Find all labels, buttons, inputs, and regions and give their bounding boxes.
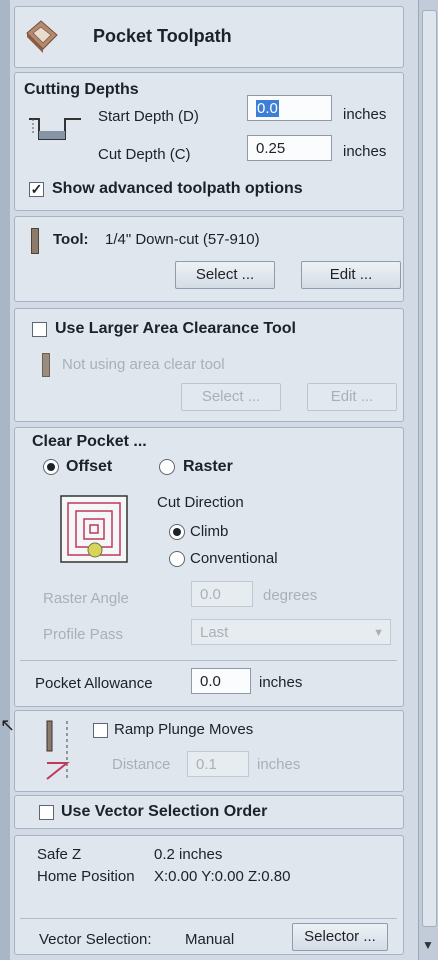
- start-depth-value: 0.0: [256, 100, 279, 117]
- divider: [20, 660, 397, 661]
- pocket-allowance-units: inches: [259, 674, 303, 691]
- dropdown-arrow-icon: ▼: [373, 627, 384, 639]
- vector-order-panel: Use Vector Selection Order: [14, 795, 404, 829]
- offset-pattern-icon: [59, 494, 129, 564]
- ramp-panel: Ramp Plunge Moves Distance 0.1 inches: [14, 710, 404, 792]
- tool-select-button[interactable]: Select ...: [175, 261, 275, 289]
- tool-panel: Tool: 1/4" Down-cut (57-910) Select ... …: [14, 216, 404, 302]
- cut-depth-input[interactable]: 0.25: [247, 135, 332, 161]
- start-depth-input[interactable]: 0.0: [247, 95, 332, 121]
- profile-pass-select[interactable]: Last ▼: [191, 619, 391, 645]
- page-title: Pocket Toolpath: [93, 26, 232, 46]
- depth-diagram-icon: [23, 111, 83, 151]
- vector-order-label: Use Vector Selection Order: [61, 803, 268, 820]
- vector-selection-label: Vector Selection:: [39, 931, 152, 948]
- clear-pocket-panel: Clear Pocket ... Offset Raster Cut Direc…: [14, 427, 404, 707]
- climb-label: Climb: [190, 523, 229, 540]
- profile-pass-label: Profile Pass: [43, 626, 124, 643]
- conventional-radio[interactable]: [169, 551, 185, 567]
- pocket-allowance-label: Pocket Allowance: [35, 675, 153, 692]
- cutting-depths-panel: Cutting Depths Start Depth (D) 0.0 inche…: [14, 72, 404, 211]
- tool-label: Tool:: [53, 231, 89, 248]
- area-clear-checkbox[interactable]: [32, 322, 47, 337]
- cut-depth-units: inches: [343, 143, 387, 160]
- tool-edit-button[interactable]: Edit ...: [301, 261, 401, 289]
- vertical-scrollbar[interactable]: ▼: [418, 0, 438, 960]
- info-panel: Safe Z 0.2 inches Home Position X:0.00 Y…: [14, 835, 404, 955]
- raster-angle-label: Raster Angle: [43, 590, 129, 607]
- selector-button[interactable]: Selector ...: [292, 923, 388, 951]
- advanced-options-checkbox[interactable]: ✓: [29, 182, 44, 197]
- area-clear-select-button[interactable]: Select ...: [181, 383, 281, 411]
- ramp-distance-input[interactable]: 0.1: [187, 751, 249, 777]
- divider: [20, 918, 397, 919]
- vector-order-checkbox[interactable]: [39, 805, 54, 820]
- area-clear-edit-button[interactable]: Edit ...: [307, 383, 397, 411]
- cut-depth-label: Cut Depth (C): [98, 146, 191, 163]
- area-clear-label: Use Larger Area Clearance Tool: [55, 320, 296, 337]
- advanced-options-label: Show advanced toolpath options: [52, 180, 303, 197]
- ramp-distance-label: Distance: [112, 756, 171, 773]
- vector-selection-value: Manual: [185, 931, 235, 948]
- ramp-plunge-icon: [43, 717, 83, 783]
- ramp-plunge-label: Ramp Plunge Moves: [114, 721, 254, 738]
- chevron-down-icon[interactable]: ▼: [422, 938, 434, 952]
- scrollbar-thumb[interactable]: [422, 10, 437, 927]
- raster-angle-units: degrees: [263, 587, 318, 604]
- raster-angle-input[interactable]: 0.0: [191, 581, 253, 607]
- clear-pocket-title: Clear Pocket ...: [32, 433, 147, 450]
- offset-radio[interactable]: [43, 459, 59, 475]
- start-depth-label: Start Depth (D): [98, 108, 199, 125]
- cutting-depths-title: Cutting Depths: [24, 81, 139, 98]
- home-position-value: X:0.00 Y:0.00 Z:0.80: [154, 868, 291, 885]
- home-position-label: Home Position: [37, 868, 135, 885]
- climb-radio[interactable]: [169, 524, 185, 540]
- start-depth-units: inches: [343, 106, 387, 123]
- conventional-label: Conventional: [190, 550, 278, 567]
- area-clear-panel: Use Larger Area Clearance Tool Not using…: [14, 308, 404, 422]
- area-clear-status: Not using area clear tool: [62, 356, 225, 373]
- safe-z-label: Safe Z: [37, 846, 82, 863]
- pocket-toolpath-icon: [23, 17, 61, 55]
- pocket-allowance-input[interactable]: 0.0: [191, 668, 251, 694]
- ramp-plunge-checkbox[interactable]: [93, 723, 108, 738]
- tool-icon: [31, 228, 39, 254]
- raster-label: Raster: [183, 458, 233, 475]
- header-panel: Pocket Toolpath: [14, 6, 404, 68]
- cursor-icon: ↖: [0, 715, 16, 735]
- profile-pass-value: Last: [200, 624, 229, 641]
- ramp-distance-units: inches: [257, 756, 301, 773]
- cut-direction-label: Cut Direction: [157, 494, 244, 511]
- tool-name: 1/4" Down-cut (57-910): [105, 231, 260, 248]
- raster-radio[interactable]: [159, 459, 175, 475]
- area-tool-icon: [42, 353, 50, 377]
- offset-label: Offset: [66, 458, 113, 475]
- safe-z-value: 0.2 inches: [154, 846, 223, 863]
